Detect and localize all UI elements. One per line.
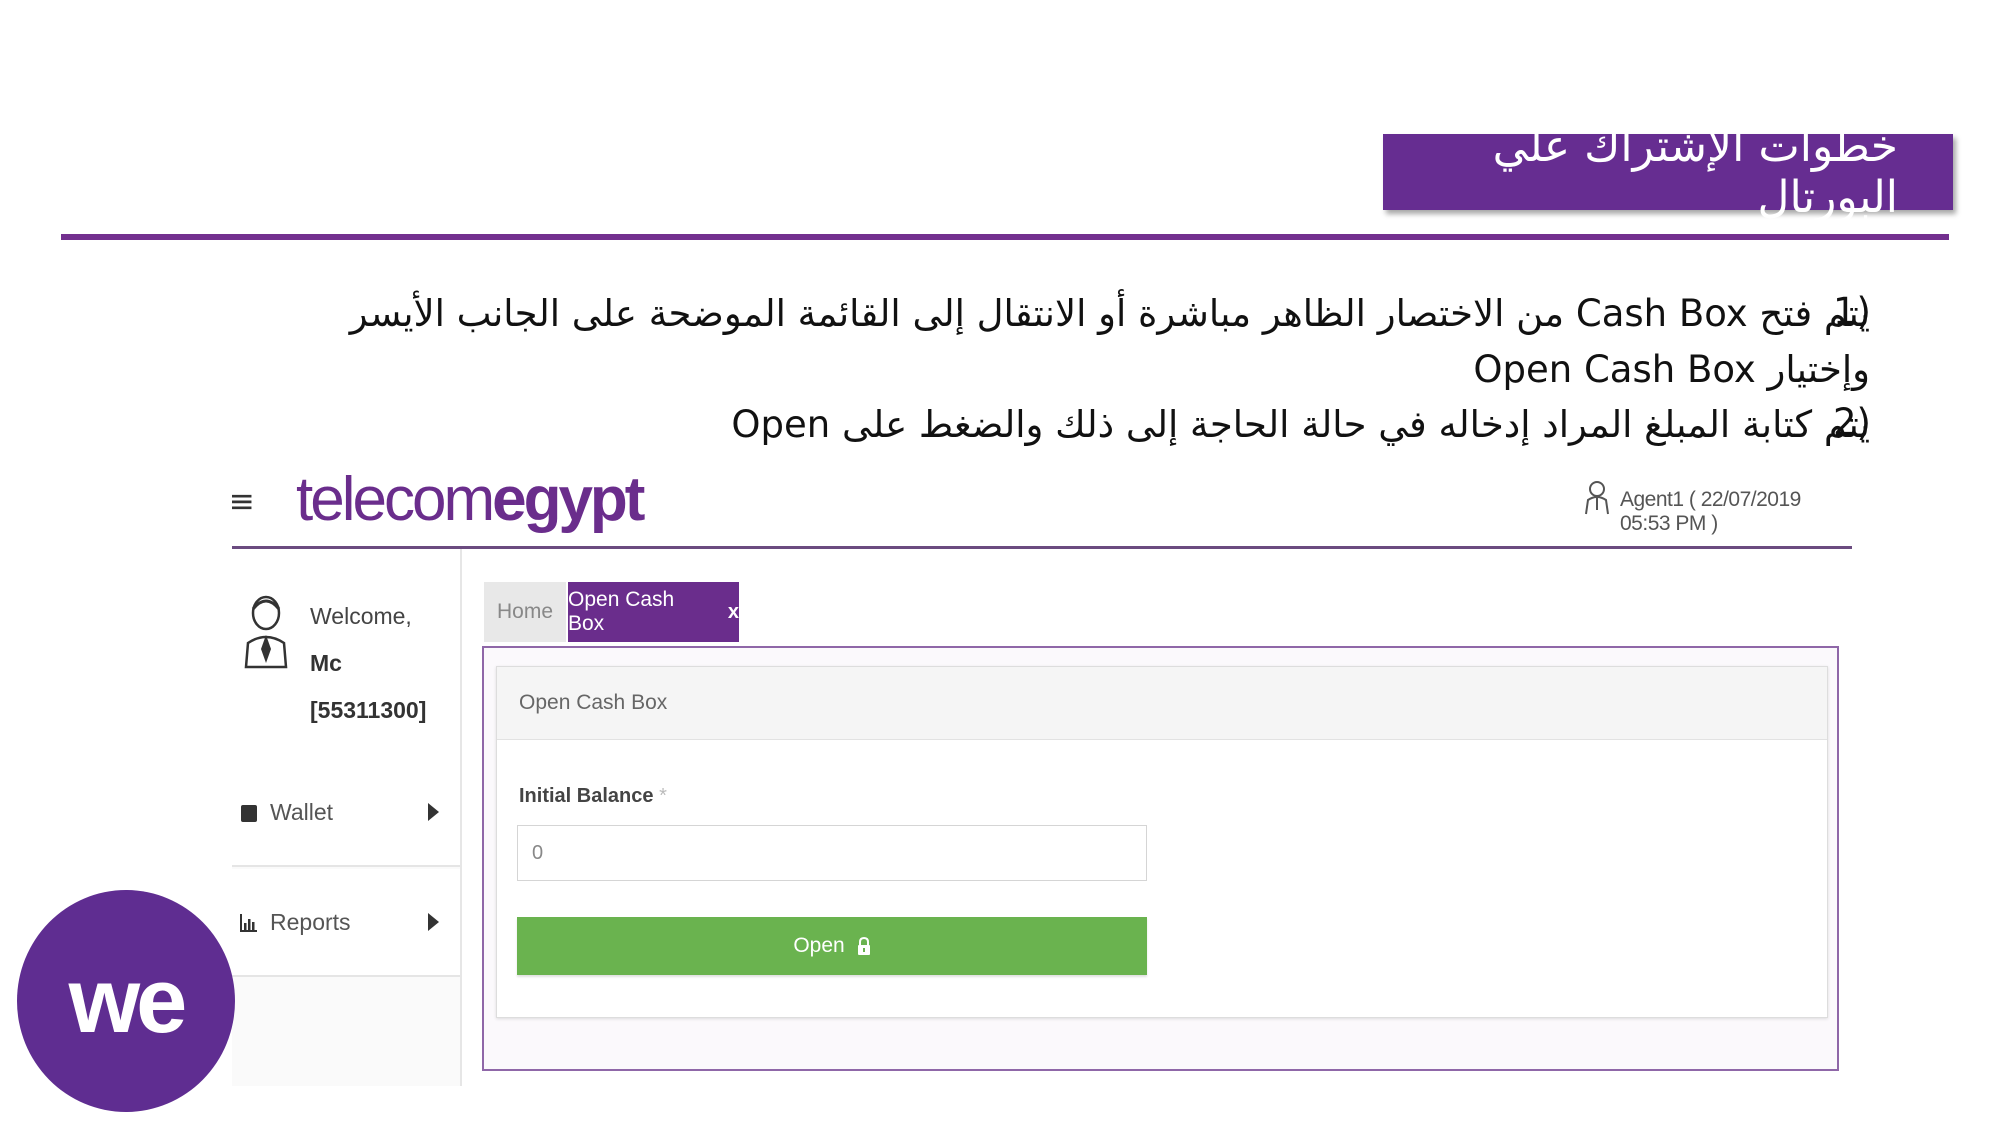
menu-icon[interactable]: ≡ <box>232 482 255 520</box>
panel-title: Open Cash Box <box>497 667 1827 740</box>
chart-icon <box>240 914 257 932</box>
open-button[interactable]: Open <box>517 917 1147 975</box>
sidebar-item-label: Wallet <box>270 799 334 825</box>
step-1-line-2: وإختيار Open Cash Box <box>1473 348 1870 391</box>
open-cash-box-panel: Open Cash Box Initial Balance * Open <box>496 666 1828 1018</box>
welcome-label: Welcome, <box>310 603 412 629</box>
close-icon[interactable]: x <box>728 601 739 624</box>
chevron-right-icon <box>428 913 439 931</box>
we-logo: we <box>17 890 235 1112</box>
wallet-icon <box>241 805 257 822</box>
agent-info[interactable]: Agent1 ( 22/07/2019 05:53 PM ) <box>1620 488 1852 536</box>
logo-bold-text: egypt <box>492 465 645 534</box>
required-mark: * <box>659 785 667 807</box>
tab-content: Open Cash Box Initial Balance * Open <box>482 646 1839 1071</box>
sidebar-item-wallet[interactable]: Wallet <box>232 759 460 867</box>
initial-balance-label: Initial Balance * <box>519 785 667 807</box>
user-name: Mc <box>310 650 342 676</box>
name-redaction <box>341 646 422 683</box>
tab-home[interactable]: Home <box>484 582 566 642</box>
avatar-icon <box>244 595 288 669</box>
tab-label: Open Cash Box <box>568 588 675 635</box>
account-id: [55311300] <box>310 697 427 723</box>
sidebar-item-reports[interactable]: Reports <box>232 869 460 977</box>
welcome-text: Welcome, Mc [55311300] <box>310 593 426 734</box>
user-icon[interactable] <box>1584 480 1610 516</box>
sidebar-item-label: Reports <box>270 909 351 935</box>
logo-light-text: telecom <box>296 465 495 534</box>
open-button-label: Open <box>793 934 845 957</box>
slide-title: خطوات الإشتراك علي البورتال <box>1383 121 1953 223</box>
tab-open-cash-box[interactable]: Open Cash Box x <box>568 582 739 642</box>
step-1-line-1: يتم فتح Cash Box من الاختصار الظاهر مباش… <box>349 292 1870 335</box>
app-header: ≡ telecomegypt Agent1 ( 22/07/2019 05:53… <box>232 456 1852 549</box>
step-2-line-1: يتم كتابة المبلغ المراد إدخاله في حالة ا… <box>731 403 1870 446</box>
telecom-egypt-logo: telecomegypt <box>296 464 645 535</box>
welcome-block: Welcome, Mc [55311300] <box>232 549 460 761</box>
portal-screenshot: ≡ telecomegypt Agent1 ( 22/07/2019 05:53… <box>232 456 1852 1086</box>
we-logo-text: we <box>68 949 188 1052</box>
title-divider <box>61 234 1949 240</box>
chevron-right-icon <box>428 803 439 821</box>
initial-balance-input[interactable] <box>517 825 1147 881</box>
sidebar: Welcome, Mc [55311300] Wallet Reports <box>232 549 462 1086</box>
lock-icon <box>857 937 870 955</box>
